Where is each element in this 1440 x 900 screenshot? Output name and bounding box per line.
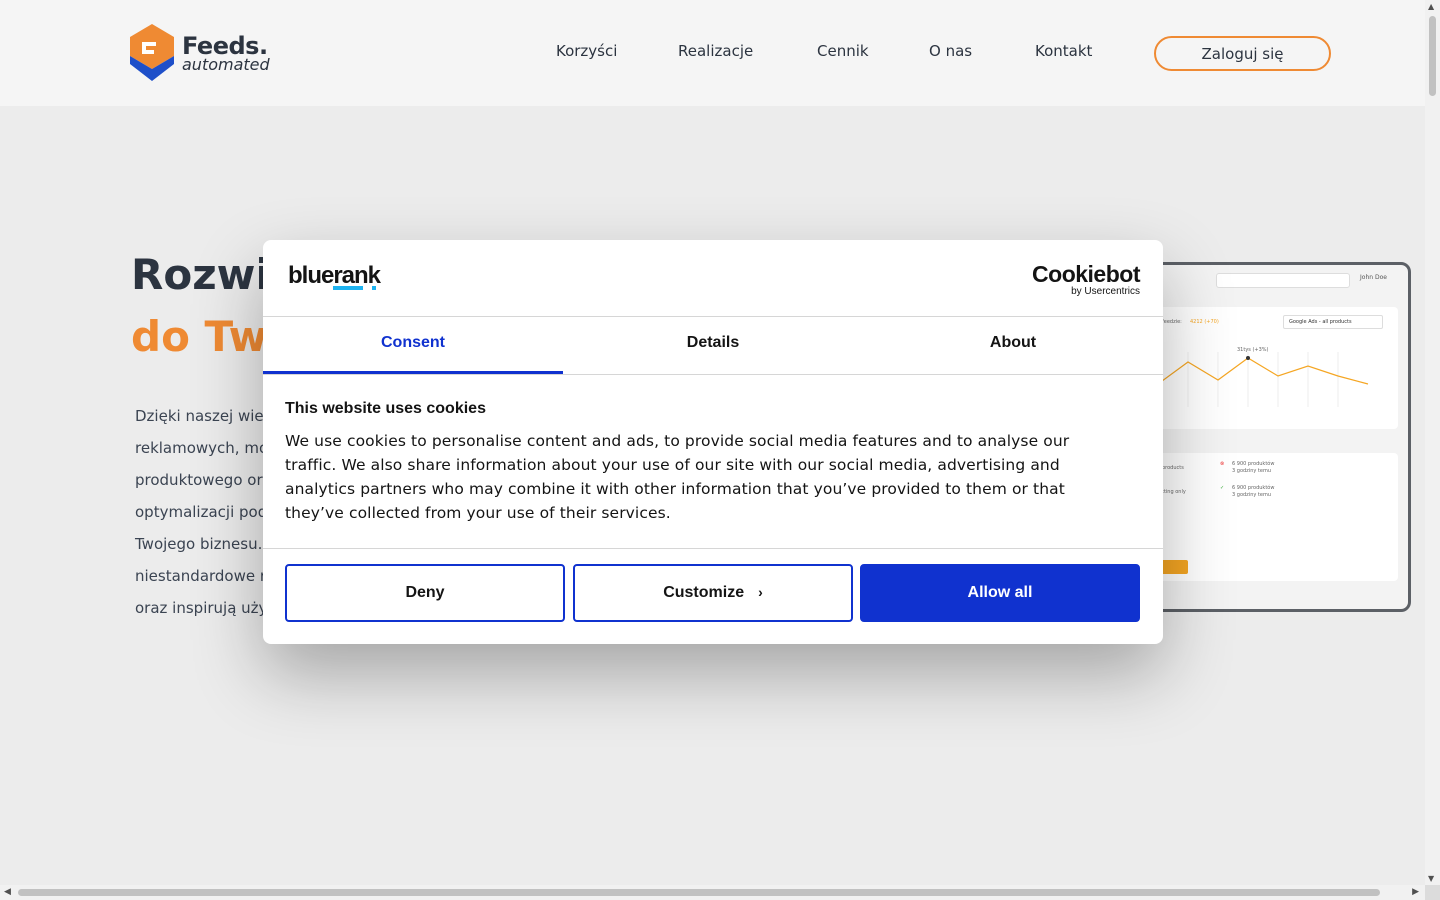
cookiebot-logo-sub: by Usercentrics [1071,286,1140,297]
chevron-right-icon: › [758,584,763,600]
scroll-right-arrow-icon[interactable]: ▶ [1412,887,1419,897]
nav-link-o-nas[interactable]: O nas [929,42,972,60]
cookiebot-logo-main: Cookiebot [1032,261,1140,287]
logo-word-automated: automated [182,55,270,74]
tab-consent[interactable]: Consent [263,317,563,374]
logo-mark-icon [130,24,174,81]
login-button[interactable]: Zaloguj się [1154,36,1331,71]
cookie-dialog-heading: This website uses cookies [285,400,486,417]
horizontal-scrollbar[interactable]: ◀ ▶ [0,885,1425,900]
cookiebot-logo[interactable]: Cookiebot by Usercentrics [1032,262,1140,298]
nav-link-realizacje[interactable]: Realizacje [678,42,753,60]
scroll-left-arrow-icon[interactable]: ◀ [4,887,11,897]
bluerank-logo-underline [333,286,363,290]
scrollbar-corner [1425,885,1440,900]
tab-consent-label: Consent [381,334,445,351]
vertical-scrollbar-thumb[interactable] [1429,16,1436,96]
divider [263,548,1163,549]
nav-link-cennik[interactable]: Cennik [817,42,869,60]
tab-details-label: Details [686,334,740,351]
consent-tabs: Consent Details About [263,317,1163,374]
deny-button[interactable]: Deny [285,564,565,622]
nav-link-kontakt[interactable]: Kontakt [1035,42,1092,60]
scroll-up-arrow-icon[interactable]: ▲ [1428,2,1434,11]
cookie-dialog-body: We use cookies to personalise content an… [285,432,1070,522]
tab-details[interactable]: Details [563,317,863,374]
horizontal-scrollbar-thumb[interactable] [18,889,1380,896]
customize-button-label: Customize [663,584,745,601]
customize-button[interactable]: Customize › [573,564,853,622]
scroll-down-arrow-icon[interactable]: ▼ [1428,874,1434,883]
nav-link-korzysci[interactable]: Korzyści [556,42,617,60]
vertical-scrollbar[interactable]: ▲ ▼ [1425,0,1440,885]
divider [263,374,1163,375]
site-header: Feeds. automated Korzyści Realizacje Cen… [0,0,1425,106]
tab-about-label: About [989,334,1037,351]
cookie-consent-dialog: bluerank Cookiebot by Usercentrics Conse… [263,240,1163,644]
bluerank-logo-dot [372,286,376,290]
tab-about[interactable]: About [863,317,1163,374]
allow-all-button[interactable]: Allow all [860,564,1140,622]
feeds-automated-logo[interactable]: Feeds. automated [128,24,278,84]
